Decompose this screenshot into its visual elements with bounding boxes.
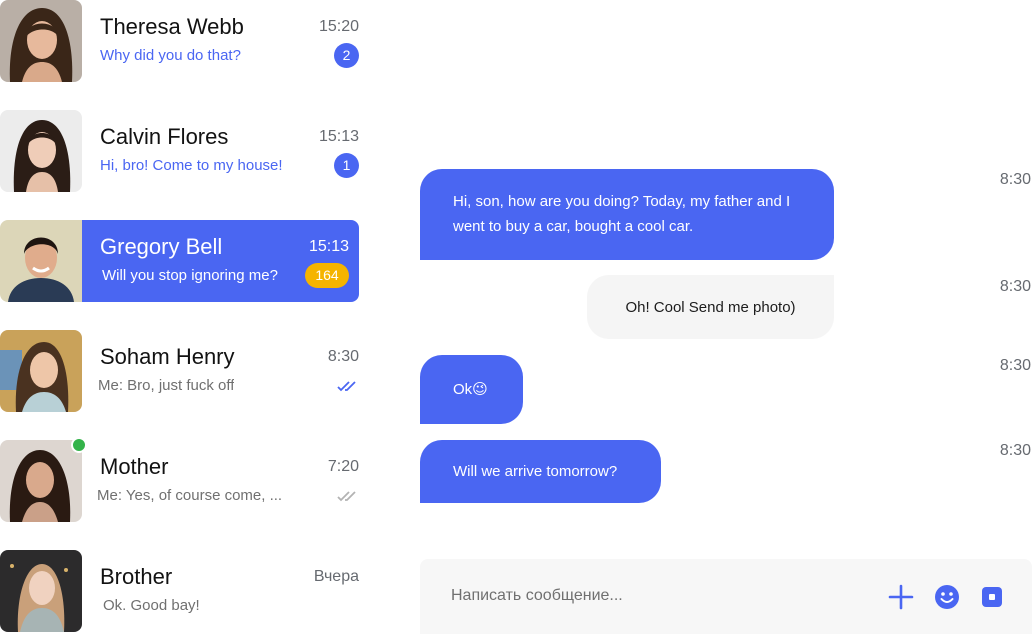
message-time: 8:30: [999, 357, 1031, 374]
avatar: [0, 440, 82, 522]
message-bubble-outgoing: Ok😉: [420, 355, 523, 424]
chat-name: Theresa Webb: [100, 14, 244, 39]
unread-badge: 2: [334, 43, 359, 68]
unread-badge: 1: [334, 153, 359, 178]
chat-item-gregory-bell[interactable]: Gregory Bell 15:13 Will you stop ignorin…: [0, 220, 359, 302]
avatar: [0, 330, 82, 412]
double-check-read-icon: [337, 381, 356, 392]
chat-item-theresa-webb[interactable]: Theresa Webb 15:20 Why did you do that? …: [0, 0, 359, 82]
chat-item-mother[interactable]: Mother 7:20 Me: Yes, of course come, ...: [0, 437, 359, 522]
message-bubble-incoming: Oh! Cool Send me photo): [587, 275, 834, 339]
chat-time: 8:30: [327, 348, 359, 365]
double-check-sent-icon: [337, 491, 356, 502]
avatar: [0, 220, 82, 302]
message-bubble-outgoing: Will we arrive tomorrow?: [420, 440, 661, 503]
message-composer: [420, 559, 1032, 634]
chat-name: Brother: [100, 564, 173, 589]
chat-time: 7:20: [327, 458, 359, 475]
avatar: [0, 550, 82, 632]
chat-time: 15:13: [318, 128, 359, 145]
chat-preview: Ok. Good bay!: [103, 597, 200, 614]
avatar: [0, 0, 82, 82]
chat-preview: Me: Bro, just fuck off: [98, 377, 235, 394]
camera-icon[interactable]: [979, 584, 1005, 610]
chat-list: Theresa Webb 15:20 Why did you do that? …: [0, 0, 359, 634]
message-input[interactable]: [451, 581, 831, 611]
chat-time: Вчера: [313, 568, 359, 585]
message-time: 8:30: [999, 171, 1031, 188]
avatar: [0, 110, 82, 192]
chat-time: 15:13: [308, 238, 349, 255]
chat-preview: Why did you do that?: [100, 47, 241, 64]
chat-name: Soham Henry: [100, 344, 235, 369]
chat-name: Mother: [100, 454, 169, 479]
chat-preview: Hi, bro! Come to my house!: [100, 157, 283, 174]
chat-item-brother[interactable]: Brother Вчера Ok. Good bay!: [0, 550, 359, 632]
chat-item-calvin-flores[interactable]: Calvin Flores 15:13 Hi, bro! Come to my …: [0, 110, 359, 192]
message-bubble-outgoing: Hi, son, how are you doing? Today, my fa…: [420, 169, 834, 260]
message-time: 8:30: [999, 442, 1031, 459]
chat-time: 15:20: [318, 18, 359, 35]
chat-name: Calvin Flores: [100, 124, 229, 149]
chat-item-soham-henry[interactable]: Soham Henry 8:30 Me: Bro, just fuck off: [0, 330, 359, 412]
plus-icon[interactable]: [888, 584, 914, 610]
unread-badge: 164: [305, 263, 349, 288]
message-time: 8:30: [999, 278, 1031, 295]
conversation-view: Hi, son, how are you doing? Today, my fa…: [420, 0, 1032, 634]
chat-name: Gregory Bell: [100, 234, 223, 259]
emoji-icon[interactable]: [934, 584, 960, 610]
online-status-dot: [71, 437, 87, 453]
chat-preview: Will you stop ignoring me?: [102, 267, 278, 284]
active-chat-highlight: [82, 220, 359, 302]
chat-preview: Me: Yes, of course come, ...: [97, 487, 283, 504]
